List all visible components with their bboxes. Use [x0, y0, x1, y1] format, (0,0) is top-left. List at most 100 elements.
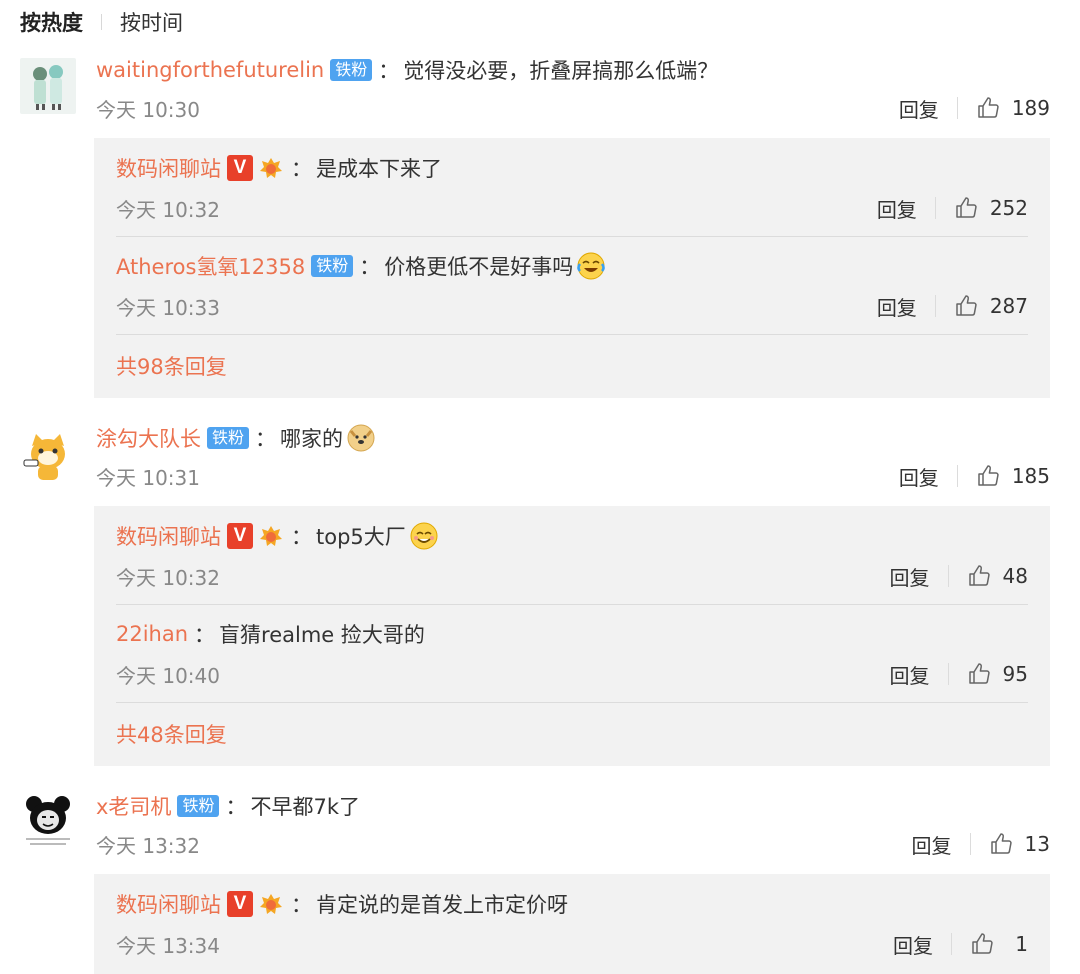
- action-divider: [951, 933, 952, 955]
- colon: ：: [378, 59, 400, 83]
- reply-actions: 回复 95: [890, 660, 1028, 689]
- reply-text: 肯定说的是首发上市定价呀: [316, 893, 568, 917]
- user-avatar[interactable]: [20, 426, 76, 482]
- sort-bar: 按热度 按时间: [20, 4, 183, 40]
- comment-text: 不早都7k了: [250, 795, 360, 819]
- reply-line: Atheros氢氧12358 铁粉 ： 价格更低不是好事吗: [116, 248, 607, 284]
- comment-actions: 回复 13: [912, 830, 1050, 859]
- reply-line: 数码闲聊站 V ： top5大厂: [116, 518, 440, 554]
- fan-badge: 铁粉: [330, 59, 373, 81]
- smile-emoji-icon: [410, 522, 438, 550]
- reply-button[interactable]: 回复: [890, 562, 930, 591]
- sort-by-hot-tab[interactable]: 按热度: [20, 7, 83, 37]
- colon: ：: [291, 893, 312, 917]
- like-count: 1: [1015, 932, 1028, 956]
- action-divider: [969, 833, 971, 855]
- reply-button[interactable]: 回复: [912, 830, 952, 859]
- reply-actions: 回复 252: [877, 194, 1028, 223]
- gold-fan-badge-icon: [260, 158, 282, 178]
- reply-button[interactable]: 回复: [890, 660, 930, 689]
- colon: ：: [291, 525, 312, 549]
- laugh-cry-emoji-icon: [577, 252, 605, 280]
- reply-time: 今天 10:33: [116, 295, 220, 320]
- like-count: 185: [1011, 464, 1050, 488]
- reply-text: 盲猜realme 捡大哥的: [219, 623, 425, 647]
- gold-fan-badge-icon: [260, 526, 282, 546]
- reply-button[interactable]: 回复: [899, 94, 939, 123]
- thumbs-up-icon[interactable]: [954, 294, 978, 318]
- like-count: 48: [1002, 564, 1028, 588]
- reply-box: 数码闲聊站 V ： 是成本下来了 今天 10:32 回复 252 Atheros…: [94, 138, 1050, 398]
- reply-actions: 回复 48: [890, 562, 1028, 591]
- comment-meta: 今天 10:30 回复 189: [96, 90, 1050, 126]
- like-count: 95: [1002, 662, 1028, 686]
- thumbs-up-icon[interactable]: [976, 464, 1000, 488]
- comment-time: 今天 10:31: [96, 465, 200, 490]
- thumbs-up-icon[interactable]: [967, 564, 991, 588]
- username-link[interactable]: 涂勾大队长: [96, 423, 201, 453]
- thumbs-up-icon[interactable]: [989, 832, 1013, 856]
- fan-badge: 铁粉: [207, 427, 250, 449]
- reply-button[interactable]: 回复: [877, 194, 917, 223]
- comment-text: 哪家的: [280, 427, 344, 451]
- colon: ：: [194, 623, 216, 647]
- reply-meta: 今天 10:32 回复 48: [116, 558, 1028, 594]
- reply-line: 数码闲聊站 V ： 肯定说的是首发上市定价呀: [116, 886, 568, 922]
- colon: ：: [291, 157, 312, 181]
- reply-button[interactable]: 回复: [899, 462, 939, 491]
- thumbs-up-icon[interactable]: [970, 932, 994, 956]
- anime-avatar-icon: [20, 58, 76, 114]
- comment-time: 今天 10:30: [96, 97, 200, 122]
- reply-text: 价格更低不是好事吗: [384, 255, 574, 279]
- comment-line: 涂勾大队长 铁粉 ： 哪家的: [96, 420, 377, 456]
- like-count: 252: [989, 196, 1028, 220]
- reply-button[interactable]: 回复: [893, 930, 933, 959]
- user-avatar[interactable]: [20, 794, 76, 850]
- username-link[interactable]: Atheros氢氧12358: [116, 251, 305, 281]
- verified-v-icon: V: [227, 523, 253, 549]
- thumbs-up-icon[interactable]: [976, 96, 1000, 120]
- username-link[interactable]: 数码闲聊站: [116, 521, 221, 551]
- doge-emoji-icon: [347, 424, 375, 452]
- comment-time: 今天 13:32: [96, 833, 200, 858]
- reply-time: 今天 10:32: [116, 197, 220, 222]
- reply-actions: 回复 1: [893, 930, 1028, 959]
- reply-meta: 今天 10:40 回复 95: [116, 656, 1028, 692]
- more-replies-link[interactable]: 共48条回复: [116, 716, 227, 752]
- username-link[interactable]: waitingforthefuturelin: [96, 58, 324, 82]
- comment-actions: 回复 185: [899, 462, 1050, 491]
- panda-meme-avatar-icon: [20, 794, 76, 850]
- reply-divider: [116, 702, 1028, 703]
- fan-badge: 铁粉: [177, 795, 220, 817]
- action-divider: [934, 295, 936, 317]
- reply-box: 数码闲聊站 V ： top5大厂 今天 10:32 回复 48 22ihan ：…: [94, 506, 1050, 766]
- reply-box: 数码闲聊站 V ： 肯定说的是首发上市定价呀 今天 13:34 回复 1: [94, 874, 1050, 974]
- username-link[interactable]: x老司机: [96, 791, 171, 821]
- colon: ：: [359, 255, 381, 279]
- reply-button[interactable]: 回复: [877, 292, 917, 321]
- colon: ：: [225, 795, 247, 819]
- like-count: 287: [989, 294, 1028, 318]
- reply-time: 今天 10:32: [116, 565, 220, 590]
- username-link[interactable]: 数码闲聊站: [116, 889, 221, 919]
- thumbs-up-icon[interactable]: [954, 196, 978, 220]
- comment-line: waitingforthefuturelin 铁粉 ： 觉得没必要，折叠屏搞那么…: [96, 52, 718, 88]
- reply-meta: 今天 10:32 回复 252: [116, 190, 1028, 226]
- more-replies-link[interactable]: 共98条回复: [116, 348, 227, 384]
- thumbs-up-icon[interactable]: [967, 662, 991, 686]
- username-link[interactable]: 22ihan: [116, 622, 188, 646]
- comment-line: x老司机 铁粉 ： 不早都7k了: [96, 788, 360, 824]
- cartoon-cat-avatar-icon: [20, 426, 76, 482]
- comment-meta: 今天 10:31 回复 185: [96, 458, 1050, 494]
- verified-v-icon: V: [227, 891, 253, 917]
- user-avatar[interactable]: [20, 58, 76, 114]
- reply-divider: [116, 236, 1028, 237]
- reply-text: 是成本下来了: [316, 157, 442, 181]
- action-divider: [947, 663, 949, 685]
- action-divider: [956, 97, 958, 119]
- verified-v-icon: V: [227, 155, 253, 181]
- username-link[interactable]: 数码闲聊站: [116, 153, 221, 183]
- reply-divider: [116, 334, 1028, 335]
- reply-time: 今天 10:40: [116, 663, 220, 688]
- sort-by-time-tab[interactable]: 按时间: [120, 7, 183, 37]
